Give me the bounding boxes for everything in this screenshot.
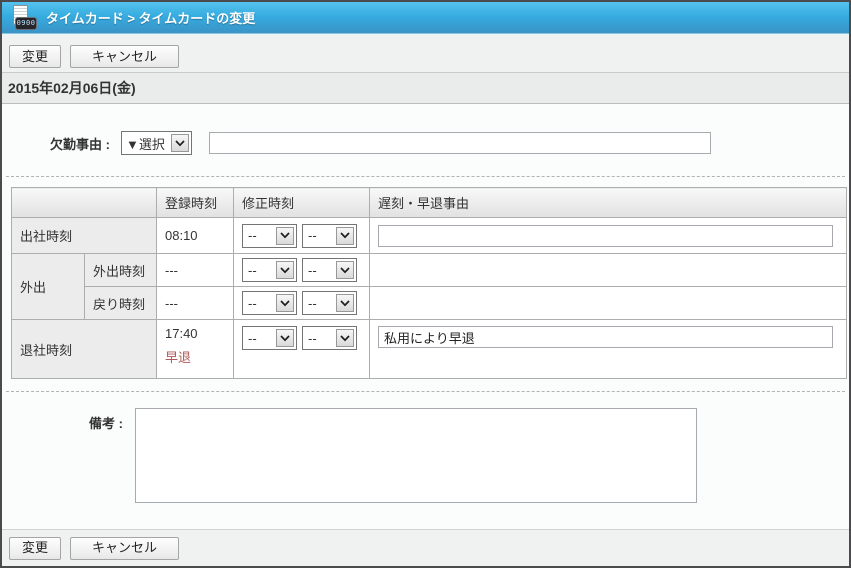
absence-reason-label: 欠勤事由 : bbox=[2, 134, 114, 153]
departure-label: 退社時刻 bbox=[12, 320, 157, 379]
arrival-minute-value: -- bbox=[303, 228, 334, 243]
arrival-registered-time: 08:10 bbox=[157, 218, 234, 254]
departure-hour-value: -- bbox=[243, 331, 274, 346]
outing-reason-cell bbox=[370, 254, 847, 287]
bottom-toolbar: 変更 キャンセル bbox=[2, 529, 849, 566]
app-window: 0900 タイムカード > タイムカードの変更 変更 キャンセル 2015年02… bbox=[0, 0, 851, 568]
outing-group-label: 外出 bbox=[12, 254, 85, 320]
remarks-textarea[interactable] bbox=[135, 408, 697, 503]
return-hour-select[interactable]: -- bbox=[242, 291, 297, 315]
arrival-hour-select[interactable]: -- bbox=[242, 224, 297, 248]
absence-reason-input[interactable] bbox=[209, 132, 711, 154]
chevron-down-icon bbox=[336, 227, 354, 245]
departure-registered-cell: 17:40 早退 bbox=[157, 320, 234, 379]
outing-minute-value: -- bbox=[303, 263, 334, 278]
header-corrected-time: 修正時刻 bbox=[234, 188, 370, 218]
date-heading: 2015年02月06日(金) bbox=[2, 72, 849, 104]
cancel-button-bottom[interactable]: キャンセル bbox=[70, 537, 179, 560]
timecard-table: 登録時刻 修正時刻 遅刻・早退事由 出社時刻 08:10 -- -- bbox=[11, 187, 847, 379]
departure-registered-time: 17:40 bbox=[165, 326, 225, 341]
separator-dashed-bottom bbox=[6, 391, 845, 392]
table-header-row: 登録時刻 修正時刻 遅刻・早退事由 bbox=[12, 188, 847, 218]
outing-registered-time: --- bbox=[157, 254, 234, 287]
departure-hour-select[interactable]: -- bbox=[242, 326, 297, 350]
top-toolbar: 変更 キャンセル bbox=[2, 34, 849, 72]
return-reason-cell bbox=[370, 287, 847, 320]
cancel-button-top[interactable]: キャンセル bbox=[70, 45, 179, 68]
chevron-down-icon bbox=[336, 294, 354, 312]
chevron-down-icon bbox=[276, 261, 294, 279]
chevron-down-icon bbox=[276, 329, 294, 347]
breadcrumb: タイムカード > タイムカードの変更 bbox=[46, 8, 255, 27]
return-label: 戻り時刻 bbox=[85, 287, 157, 320]
change-button-top[interactable]: 変更 bbox=[9, 45, 61, 68]
arrival-label: 出社時刻 bbox=[12, 218, 157, 254]
absence-select-value: ▼選択 bbox=[122, 134, 169, 153]
departure-row: 退社時刻 17:40 早退 -- -- bbox=[12, 320, 847, 379]
change-button-bottom[interactable]: 変更 bbox=[9, 537, 61, 560]
arrival-minute-select[interactable]: -- bbox=[302, 224, 357, 248]
return-registered-time: --- bbox=[157, 287, 234, 320]
timecard-stamp-glyph: 0900 bbox=[15, 17, 37, 30]
header-empty-cell bbox=[12, 188, 157, 218]
outing-minute-select[interactable]: -- bbox=[302, 258, 357, 282]
separator-dashed-top bbox=[6, 176, 845, 177]
return-row: 戻り時刻 --- -- -- bbox=[12, 287, 847, 320]
chevron-down-icon bbox=[276, 294, 294, 312]
outing-hour-value: -- bbox=[243, 263, 274, 278]
early-leave-flag: 早退 bbox=[165, 347, 225, 366]
chevron-down-icon bbox=[336, 261, 354, 279]
return-minute-value: -- bbox=[303, 296, 334, 311]
return-hour-value: -- bbox=[243, 296, 274, 311]
arrival-row: 出社時刻 08:10 -- -- bbox=[12, 218, 847, 254]
arrival-reason-input[interactable] bbox=[378, 225, 833, 247]
header-registered-time: 登録時刻 bbox=[157, 188, 234, 218]
departure-minute-select[interactable]: -- bbox=[302, 326, 357, 350]
absence-reason-row: 欠勤事由 : ▼選択 bbox=[2, 131, 849, 155]
outing-label: 外出時刻 bbox=[85, 254, 157, 287]
header-late-early-reason: 遅刻・早退事由 bbox=[370, 188, 847, 218]
arrival-hour-value: -- bbox=[243, 228, 274, 243]
chevron-down-icon bbox=[276, 227, 294, 245]
remarks-row: 備考 : bbox=[2, 408, 849, 503]
form-content: 欠勤事由 : ▼選択 登録時刻 修正時刻 遅刻・早退事由 bbox=[2, 104, 849, 529]
return-minute-select[interactable]: -- bbox=[302, 291, 357, 315]
timecard-icon: 0900 bbox=[10, 5, 37, 30]
departure-minute-value: -- bbox=[303, 331, 334, 346]
departure-reason-input[interactable] bbox=[378, 326, 833, 348]
app-header: 0900 タイムカード > タイムカードの変更 bbox=[2, 2, 849, 34]
chevron-down-icon bbox=[336, 329, 354, 347]
remarks-label: 備考 : bbox=[2, 408, 127, 432]
outing-row: 外出 外出時刻 --- -- -- bbox=[12, 254, 847, 287]
chevron-down-icon bbox=[171, 134, 189, 152]
absence-reason-select[interactable]: ▼選択 bbox=[121, 131, 192, 155]
outing-hour-select[interactable]: -- bbox=[242, 258, 297, 282]
